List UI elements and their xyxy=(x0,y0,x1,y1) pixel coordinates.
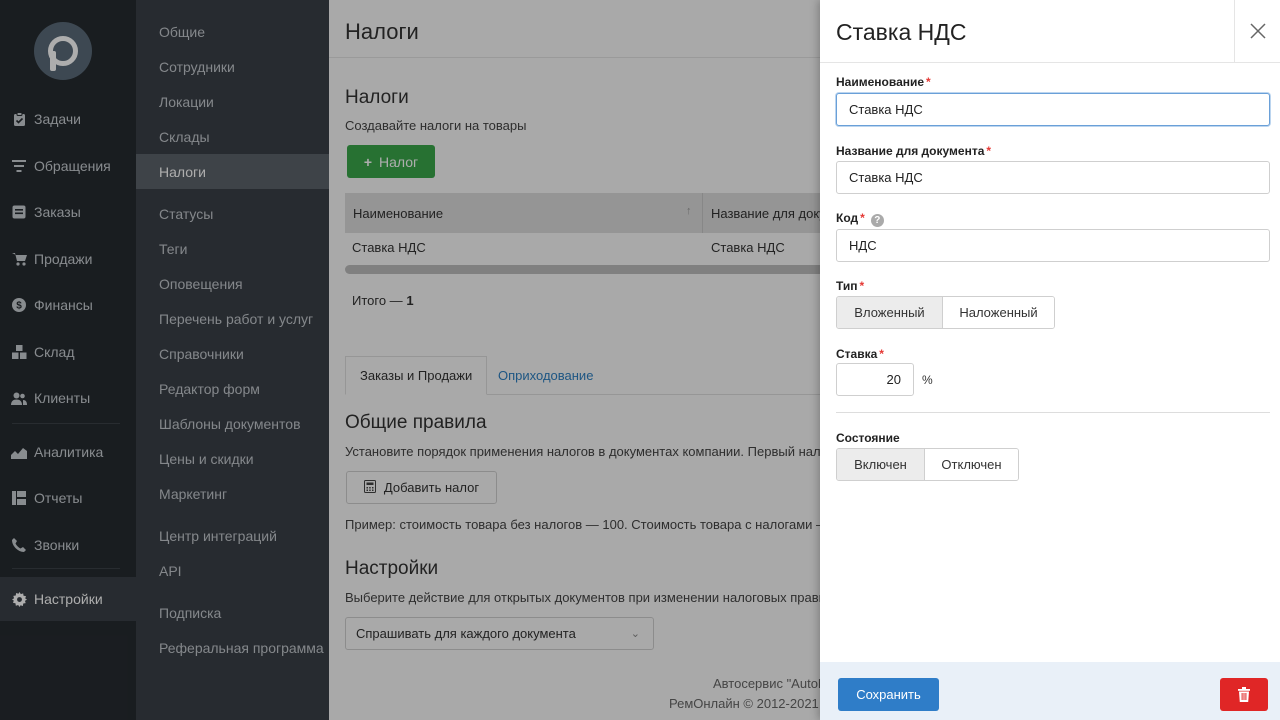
required-mark: * xyxy=(879,347,884,361)
rate-input[interactable] xyxy=(836,363,914,396)
doc-name-input[interactable] xyxy=(836,161,1270,194)
trash-icon xyxy=(1238,687,1250,702)
type-additive-button[interactable]: Наложенный xyxy=(942,297,1054,328)
type-label-text: Тип xyxy=(836,279,858,293)
drawer-header-divider xyxy=(820,62,1280,63)
save-button[interactable]: Сохранить xyxy=(838,678,939,711)
drawer-divider xyxy=(836,412,1270,413)
type-label: Тип * xyxy=(836,279,864,293)
required-mark: * xyxy=(926,75,931,89)
name-input[interactable] xyxy=(836,93,1270,126)
state-toggle: Включен Отключен xyxy=(836,448,1019,481)
code-label: Код *? xyxy=(836,211,884,227)
rate-label-text: Ставка xyxy=(836,347,878,361)
required-mark: * xyxy=(860,211,865,225)
delete-button[interactable] xyxy=(1220,678,1268,711)
rate-label: Ставка * xyxy=(836,347,884,361)
code-label-text: Код xyxy=(836,211,859,225)
type-toggle: Вложенный Наложенный xyxy=(836,296,1055,329)
close-button[interactable] xyxy=(1234,0,1280,62)
drawer-footer: Сохранить xyxy=(820,662,1280,720)
required-mark: * xyxy=(986,144,992,158)
type-inclusive-button[interactable]: Вложенный xyxy=(837,297,942,328)
help-icon[interactable]: ? xyxy=(870,214,884,227)
state-label: Состояние xyxy=(836,431,900,445)
doc-name-label: Название для документа * xyxy=(836,144,991,158)
doc-name-label-text: Название для документа xyxy=(836,144,985,158)
state-disabled-button[interactable]: Отключен xyxy=(924,449,1018,480)
code-input[interactable] xyxy=(836,229,1270,262)
name-label-text: Наименование xyxy=(836,75,925,89)
required-mark: * xyxy=(859,279,865,293)
tax-edit-drawer: Ставка НДС Наименование* Название для до… xyxy=(820,0,1280,720)
modal-overlay[interactable] xyxy=(0,0,820,720)
close-icon xyxy=(1249,23,1266,39)
state-enabled-button[interactable]: Включен xyxy=(837,449,924,480)
drawer-title: Ставка НДС xyxy=(836,19,967,45)
percent-unit: % xyxy=(922,373,933,387)
name-label: Наименование * xyxy=(836,75,931,89)
